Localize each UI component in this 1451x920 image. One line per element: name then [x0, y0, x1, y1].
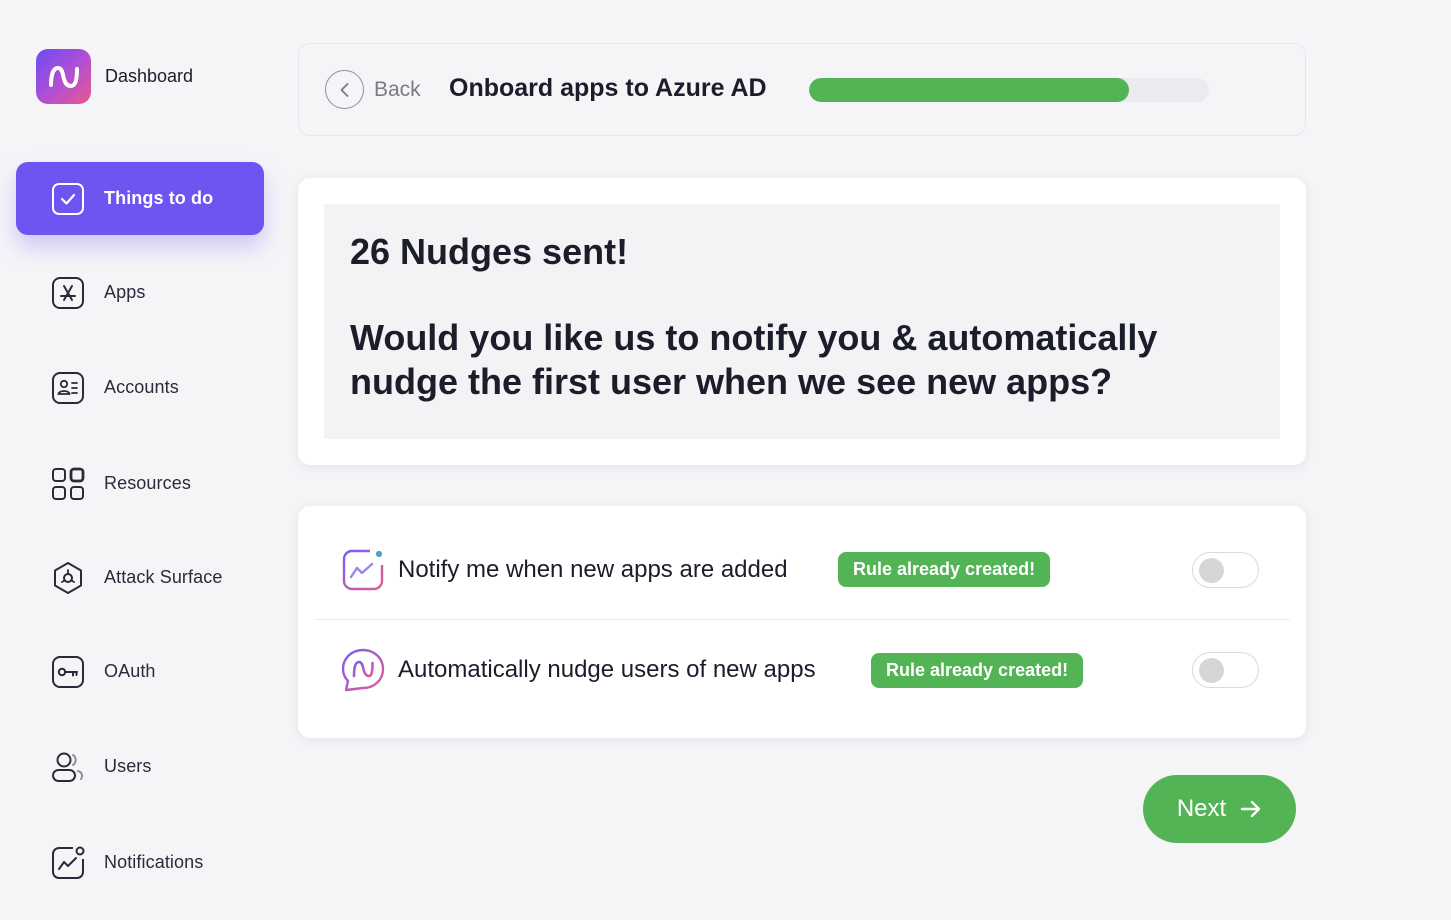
status-badge: Rule already created!	[871, 652, 1084, 688]
app-store-icon	[51, 276, 85, 310]
sidebar-item-attack-surface[interactable]: Attack Surface	[16, 541, 264, 614]
sidebar-item-label: Notifications	[104, 852, 204, 872]
arrow-right-icon	[1240, 800, 1262, 818]
notify-toggle[interactable]	[1192, 551, 1259, 588]
nudge-chat-icon	[340, 647, 386, 693]
back-label: Back	[374, 77, 421, 101]
brand[interactable]: Dashboard	[36, 49, 193, 104]
check-square-icon	[51, 182, 85, 216]
key-icon	[51, 655, 85, 689]
nudges-sent-heading: 26 Nudges sent!	[350, 231, 629, 272]
sidebar-item-apps[interactable]: Apps	[16, 256, 264, 329]
message-panel: 26 Nudges sent! Would you like us to not…	[324, 204, 1280, 439]
id-card-icon	[51, 371, 85, 405]
grid-icon	[51, 467, 85, 501]
options-card: Notify me when new apps are added Rule a…	[298, 506, 1306, 738]
users-icon	[51, 750, 85, 784]
notification-chart-icon	[340, 547, 386, 593]
back-button[interactable]: Back	[325, 70, 421, 109]
next-label: Next	[1176, 795, 1227, 822]
sidebar-item-oauth[interactable]: OAuth	[16, 635, 264, 708]
sidebar-item-label: Apps	[104, 282, 146, 302]
chart-bell-icon	[51, 846, 85, 880]
sidebar: Dashboard Things to do Apps Accounts Res…	[0, 0, 280, 920]
next-button[interactable]: Next	[1143, 775, 1296, 843]
progress-bar	[809, 78, 1209, 102]
sidebar-item-label: Resources	[104, 473, 191, 493]
status-badge: Rule already created!	[838, 552, 1051, 587]
sidebar-item-things-to-do[interactable]: Things to do	[16, 162, 264, 235]
sidebar-item-notifications[interactable]: Notifications	[16, 826, 264, 899]
hexagon-target-icon	[51, 561, 85, 595]
toggle-knob	[1199, 557, 1224, 583]
sidebar-item-users[interactable]: Users	[16, 730, 264, 803]
page-header: Back Onboard apps to Azure AD	[298, 43, 1306, 136]
nudge-toggle[interactable]	[1192, 652, 1259, 688]
sidebar-item-label: Users	[104, 756, 152, 776]
option-label: Automatically nudge users of new apps	[398, 656, 816, 683]
message-card: 26 Nudges sent! Would you like us to not…	[298, 178, 1306, 465]
app-root: Dashboard Things to do Apps Accounts Res…	[0, 0, 1451, 920]
sidebar-item-label: Accounts	[104, 377, 179, 397]
question-text: Would you like us to notify you & automa…	[350, 317, 1158, 402]
sidebar-item-accounts[interactable]: Accounts	[16, 351, 264, 424]
option-row-nudge: Automatically nudge users of new apps Ru…	[314, 620, 1290, 720]
option-label: Notify me when new apps are added	[398, 555, 788, 583]
sidebar-item-resources[interactable]: Resources	[16, 447, 264, 520]
dashboard-link[interactable]: Dashboard	[105, 66, 193, 87]
progress-fill	[809, 78, 1129, 102]
sidebar-item-label: Things to do	[104, 188, 214, 208]
toggle-knob	[1199, 658, 1224, 683]
sidebar-item-label: OAuth	[104, 661, 156, 681]
sidebar-item-label: Attack Surface	[104, 567, 223, 587]
chevron-left-icon	[325, 70, 364, 109]
logo-icon	[36, 49, 91, 104]
option-row-notify: Notify me when new apps are added Rule a…	[314, 520, 1290, 620]
page-title: Onboard apps to Azure AD	[449, 74, 767, 102]
